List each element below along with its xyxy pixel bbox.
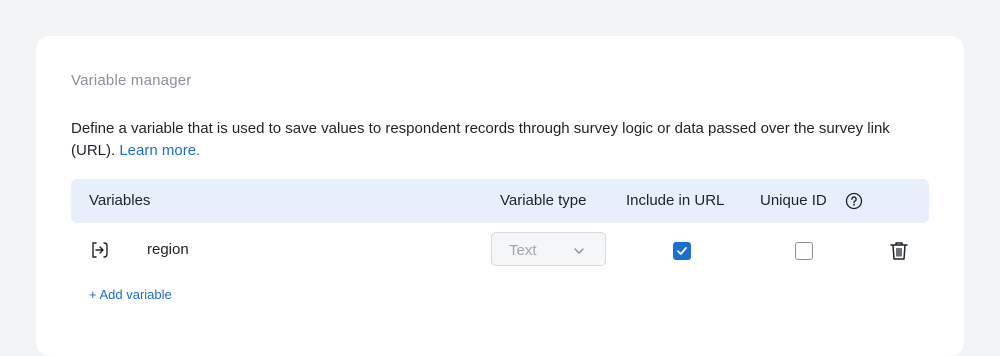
table-row: region Text [71, 226, 929, 276]
table-header: Variables Variable type Include in URL U… [71, 179, 929, 223]
trash-icon[interactable] [889, 240, 909, 262]
header-variable-type: Variable type [500, 192, 587, 209]
variable-type-select[interactable]: Text [491, 232, 606, 266]
question-circle-icon[interactable] [844, 191, 864, 211]
learn-more-link[interactable]: Learn more. [119, 142, 200, 159]
add-variable-button[interactable]: + Add variable [89, 287, 172, 302]
include-in-url-checkbox[interactable] [673, 242, 691, 260]
description: Define a variable that is used to save v… [71, 118, 931, 162]
unique-id-checkbox[interactable] [795, 242, 813, 260]
header-variables: Variables [89, 192, 151, 209]
checkmark-icon [677, 247, 687, 255]
header-unique-id: Unique ID [760, 192, 827, 209]
card-title: Variable manager [71, 72, 192, 89]
variable-manager-card: Variable manager Define a variable that … [36, 36, 964, 356]
input-arrow-icon [88, 238, 112, 262]
variable-name: region [147, 241, 189, 258]
chevron-down-icon [573, 244, 585, 256]
variable-type-value: Text [509, 242, 537, 259]
header-include-in-url: Include in URL [626, 192, 725, 209]
